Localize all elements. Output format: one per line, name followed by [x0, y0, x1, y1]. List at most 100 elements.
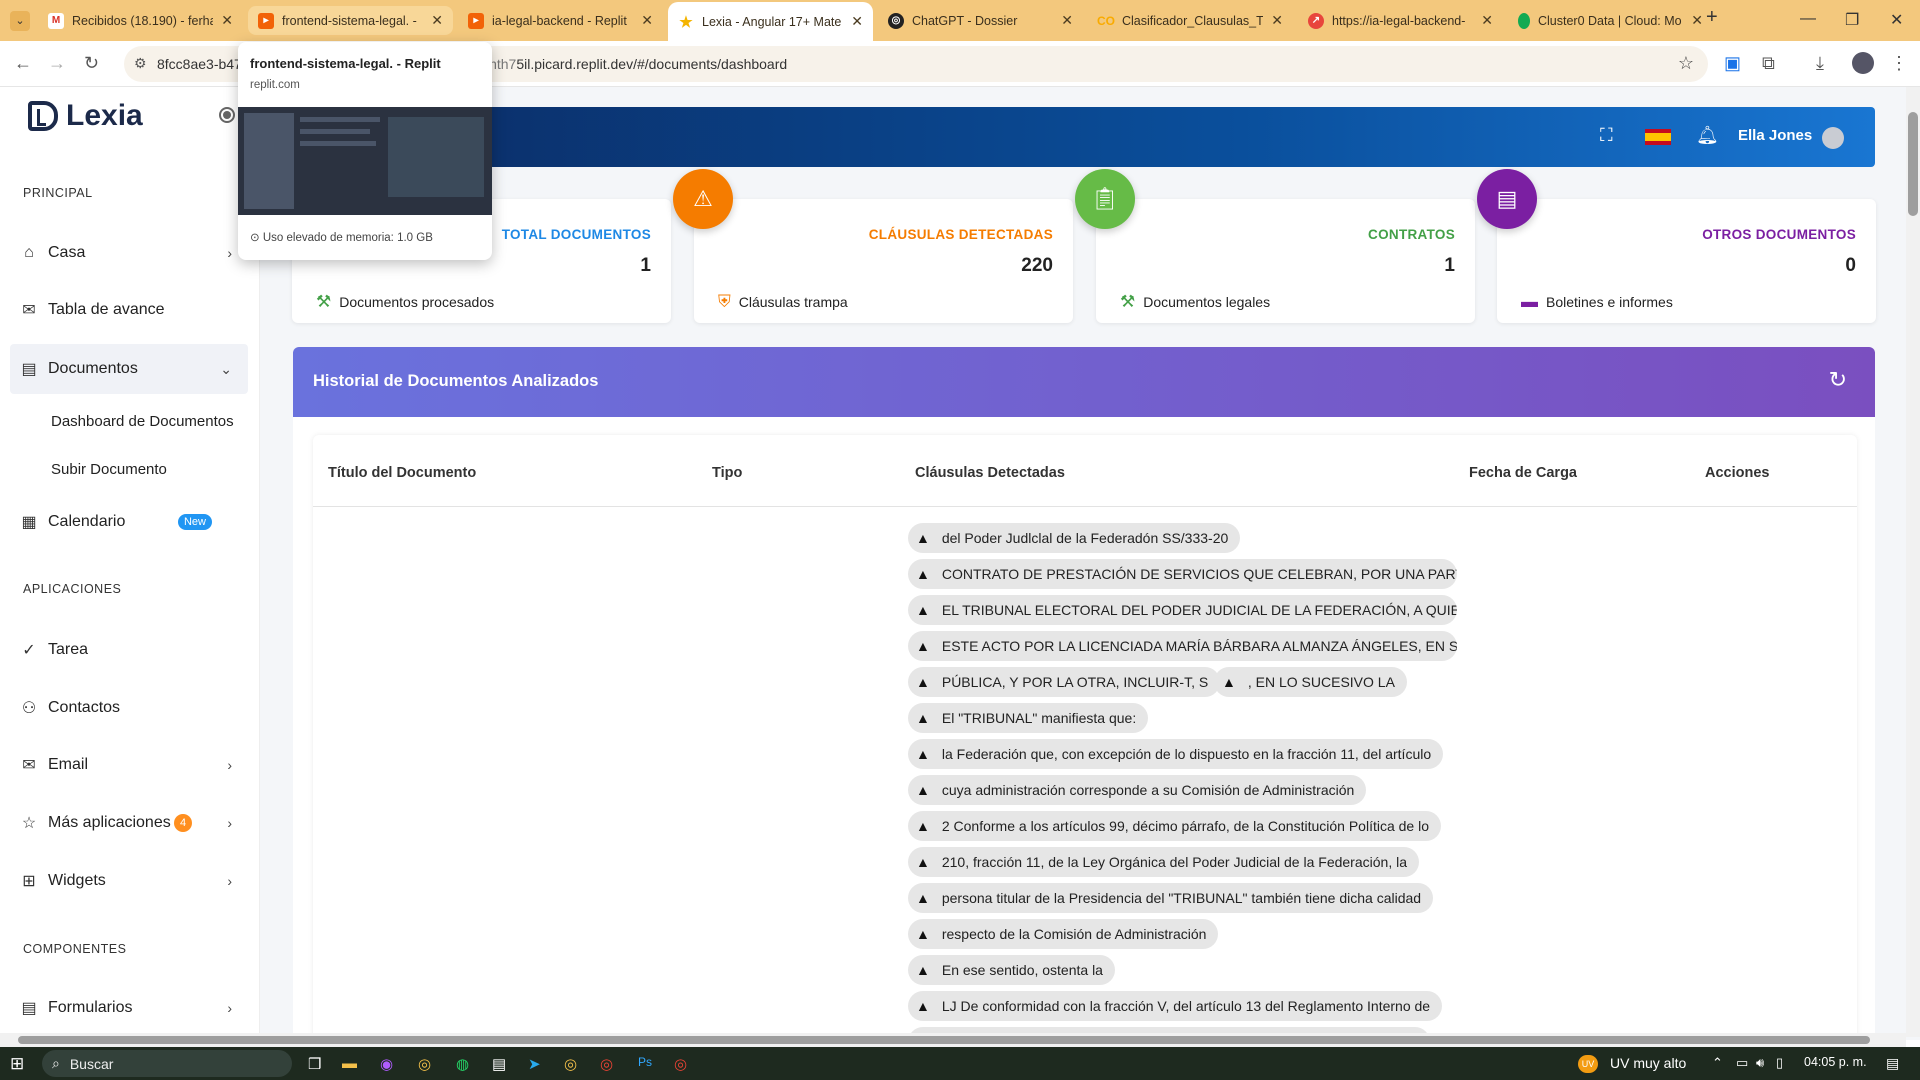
vertical-scrollbar[interactable] — [1906, 87, 1920, 1037]
chrome-icon[interactable]: ◎ — [418, 1055, 431, 1073]
whatsapp-icon[interactable]: ◍ — [456, 1055, 469, 1073]
clause-chip[interactable]: ▲ 2 Conforme a los artículos 99, décimo p… — [908, 811, 1442, 841]
volume-icon[interactable]: 🔊︎ — [1756, 1055, 1764, 1071]
chrome-dev-icon[interactable]: ◎ — [600, 1055, 613, 1073]
network-icon[interactable]: ▭ — [1736, 1055, 1748, 1071]
weather-icon[interactable]: UV — [1578, 1055, 1598, 1073]
column-header-titulo[interactable]: Título del Documento — [328, 465, 476, 481]
close-icon[interactable]: ✕ — [1481, 12, 1493, 29]
sidebar-item-casa[interactable]: ⌂ Casa › — [10, 228, 248, 278]
column-header-fecha[interactable]: Fecha de Carga — [1469, 465, 1577, 481]
menu-dots-icon[interactable]: ⋮ — [1890, 53, 1908, 74]
restore-icon[interactable]: ❐ — [1845, 10, 1859, 30]
spain-flag-icon[interactable] — [1645, 129, 1671, 145]
profile-avatar[interactable] — [1852, 52, 1874, 74]
close-icon[interactable]: ✕ — [1061, 12, 1073, 29]
bookmark-star-icon[interactable]: ☆ — [1678, 53, 1694, 74]
tab-colab[interactable]: CO Clasificador_Clausulas_Tra ✕ — [1088, 6, 1293, 35]
file-explorer-icon[interactable]: ▬ — [342, 1055, 357, 1072]
window-close-icon[interactable]: ✕ — [1890, 10, 1903, 30]
close-icon[interactable]: ✕ — [851, 13, 863, 30]
close-icon[interactable]: ✕ — [221, 12, 233, 29]
photoshop-icon[interactable]: Ps — [638, 1055, 652, 1069]
sidebar-item-email[interactable]: ✉ Email › — [10, 740, 248, 790]
tab-frontend-replit[interactable]: ▸ frontend-sistema-legal. - ✕ — [248, 6, 453, 35]
tab-gmail[interactable]: M Recibidos (18.190) - ferha ✕ — [38, 6, 243, 35]
warning-triangle-icon: ▲ — [916, 674, 930, 690]
column-header-clausulas[interactable]: Cláusulas Detectadas — [915, 465, 1065, 481]
app-icon[interactable]: ◉ — [380, 1055, 393, 1073]
new-tab-icon[interactable]: + — [1706, 6, 1718, 29]
clause-chip[interactable]: ▲ la Federación que, con excepción de lo … — [908, 739, 1444, 769]
column-header-tipo[interactable]: Tipo — [712, 465, 742, 481]
minimize-icon[interactable]: — — [1800, 10, 1816, 28]
warning-triangle-icon: ▲ — [916, 530, 930, 546]
taskbar-search[interactable]: ⌕ Buscar — [42, 1050, 292, 1077]
tab-chatgpt[interactable]: ◎ ChatGPT - Dossier ✕ — [878, 6, 1083, 35]
telegram-icon[interactable]: ➤ — [528, 1055, 541, 1073]
sidebar-subitem-dashboard[interactable]: Dashboard de Documentos — [51, 413, 234, 430]
refresh-icon[interactable]: ↻ — [1829, 367, 1847, 393]
sidebar-item-calendario[interactable]: ▦ Calendario New — [10, 497, 248, 547]
user-name[interactable]: Ella Jones — [1738, 127, 1812, 144]
close-icon[interactable]: ✕ — [1691, 12, 1703, 29]
chrome-profile-icon[interactable]: ◎ — [564, 1055, 577, 1073]
clause-chip[interactable]: ▲ del Poder Judlclal de la Federadón SS/3… — [908, 523, 1241, 553]
tab-search-icon[interactable]: ⌄ — [10, 11, 30, 31]
tab-title: Lexia - Angular 17+ Mate — [702, 14, 842, 29]
clause-chip[interactable]: ▲ respecto de la Comisión de Administraci… — [908, 919, 1219, 949]
clause-chip[interactable]: ▲ CONTRATO DE PRESTACIÓN DE SERVICIOS QUE… — [908, 559, 1457, 589]
clause-chip[interactable]: ▲ , EN LO SUCESIVO LA — [1214, 667, 1407, 697]
sidebar-item-tabla[interactable]: ✉ Tabla de avance — [10, 285, 248, 335]
clock[interactable]: 04:05 p. m. — [1804, 1055, 1867, 1069]
site-info-icon[interactable]: ⚙ — [134, 55, 147, 72]
weather-text[interactable]: UV muy alto — [1610, 1055, 1686, 1071]
sidebar-item-widgets[interactable]: ⊞ Widgets › — [10, 856, 248, 906]
sidebar-item-tarea[interactable]: ✓ Tarea — [10, 625, 248, 675]
clause-chip[interactable]: ▲ EL TRIBUNAL ELECTORAL DEL PODER JUDICIA… — [908, 595, 1457, 625]
notifications-icon[interactable]: ▤ — [1886, 1055, 1899, 1072]
clause-chip[interactable]: ▲ persona titular de la Presidencia del "… — [908, 883, 1434, 913]
clause-chip[interactable]: ▲ 210, fracción 11, de la Ley Orgánica de… — [908, 847, 1419, 877]
sidebar-item-documentos[interactable]: ▤ Documentos ⌄ — [10, 344, 248, 394]
clause-chip[interactable]: ▲ PÚBLICA, Y POR LA OTRA, INCLUIR-T, S — [908, 667, 1221, 697]
user-avatar[interactable] — [1822, 127, 1844, 149]
extensions-icon[interactable]: ⧉ — [1762, 53, 1775, 74]
tab-mongodb[interactable]: Cluster0 Data | Cloud: Mo ✕ — [1508, 6, 1713, 35]
sidebar-subitem-subir[interactable]: Subir Documento — [51, 461, 167, 478]
clause-chip[interactable]: ▲ ESTE ACTO POR LA LICENCIADA MARÍA BÁRBA… — [908, 631, 1457, 661]
document-icon: ▤ — [21, 361, 37, 378]
download-icon[interactable]: ⤓ — [1816, 53, 1824, 74]
clause-chip[interactable]: ▲ LJ De conformidad con la fracción V, de… — [908, 991, 1443, 1021]
sidebar-toggle-icon[interactable] — [219, 107, 235, 123]
sidebar-item-mas[interactable]: ☆ Más aplicaciones 4 › — [10, 798, 248, 848]
reload-icon[interactable]: ↻ — [84, 53, 99, 74]
star-icon: ★ — [679, 13, 693, 31]
close-icon[interactable]: ✕ — [431, 12, 443, 29]
screencast-icon[interactable]: ▣ — [1724, 53, 1741, 74]
close-icon[interactable]: ✕ — [641, 12, 653, 29]
horizontal-scroll-thumb[interactable] — [18, 1036, 1870, 1044]
sidebar-item-contactos[interactable]: ⚇ Contactos — [10, 683, 248, 733]
column-header-acciones[interactable]: Acciones — [1705, 465, 1769, 481]
windows-start-icon[interactable]: ⊞ — [10, 1054, 24, 1074]
tab-backend-url[interactable]: ↗ https://ia-legal-backend- ✕ — [1298, 6, 1503, 35]
battery-icon[interactable]: ▯ — [1776, 1055, 1783, 1071]
forward-arrow-icon[interactable]: → — [48, 53, 66, 74]
sidebar-item-formularios[interactable]: ▤ Formularios › — [10, 983, 248, 1033]
notepad-icon[interactable]: ▤ — [492, 1055, 506, 1073]
tray-chevron-icon[interactable]: ⌃ — [1712, 1055, 1723, 1071]
logo[interactable]: Lexia — [28, 99, 143, 133]
fullscreen-icon[interactable]: ⛶ — [1600, 125, 1613, 146]
bell-icon[interactable]: 🔔︎ — [1696, 125, 1719, 146]
clause-chip[interactable]: ▲ En ese sentido, ostenta la — [908, 955, 1115, 985]
tab-backend-replit[interactable]: ▸ ia-legal-backend - Replit ✕ — [458, 6, 663, 35]
back-arrow-icon[interactable]: ← — [14, 53, 32, 74]
chrome-alt-icon[interactable]: ◎ — [674, 1055, 687, 1073]
close-icon[interactable]: ✕ — [1271, 12, 1283, 29]
clause-chip[interactable]: ▲ El "TRIBUNAL" manifiesta que: — [908, 703, 1149, 733]
vertical-scroll-thumb[interactable] — [1908, 112, 1918, 216]
clause-chip[interactable]: ▲ cuya administración corresponde a su Co… — [908, 775, 1367, 805]
tab-lexia[interactable]: ★ Lexia - Angular 17+ Mate ✕ — [668, 2, 873, 41]
task-view-icon[interactable]: ❒ — [308, 1055, 321, 1073]
